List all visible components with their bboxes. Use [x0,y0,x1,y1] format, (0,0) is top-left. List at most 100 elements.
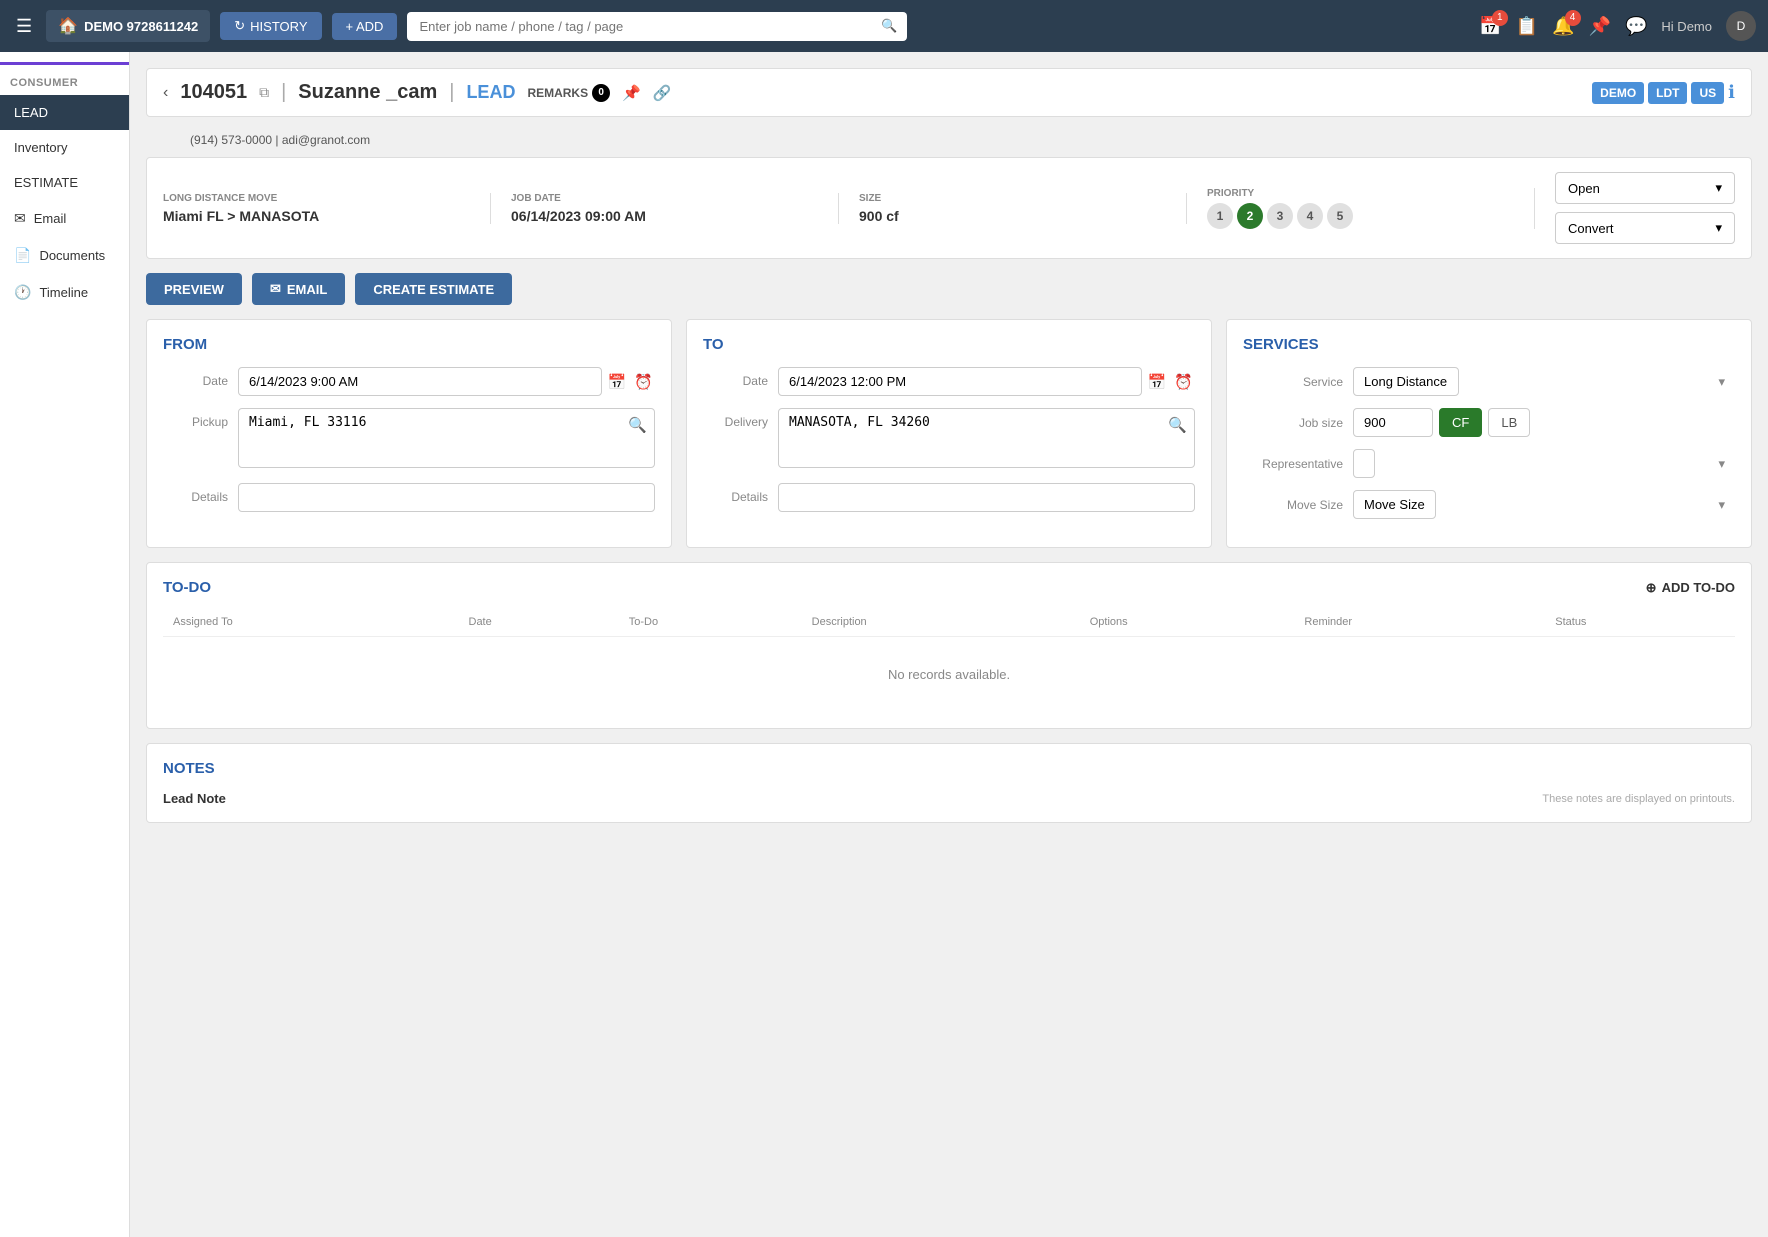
email-address: adi@granot.com [282,133,370,147]
header-bar: ‹ 104051 ⧉ | Suzanne _cam | LEAD REMARKS… [146,68,1752,117]
size-value: 900 cf [859,208,1166,224]
services-panel: SERVICES Service Long Distance Job size … [1226,319,1752,548]
to-panel-title: TO [703,336,1195,353]
chevron-down-icon2: ▾ [1715,220,1722,236]
notes-header-row: Lead Note These notes are displayed on p… [163,791,1735,806]
sidebar-item-lead[interactable]: LEAD [0,95,129,130]
from-details-label: Details [163,483,228,504]
lead-link[interactable]: LEAD [466,82,515,103]
priority-dots: 1 2 3 4 5 [1207,203,1514,229]
history-button[interactable]: ↻ HISTORY [220,12,321,40]
sidebar-item-timeline[interactable]: 🕐 Timeline [0,274,129,311]
services-panel-title: SERVICES [1243,336,1735,353]
to-panel: TO Date 📅 ⏰ Delivery 🔍 [686,319,1212,548]
email-btn-icon: ✉ [270,281,281,297]
service-select[interactable]: Long Distance [1353,367,1459,396]
pin-nav-icon[interactable]: 📌 [1589,16,1611,37]
representative-select[interactable] [1353,449,1375,478]
tasks-icon[interactable]: 📋 [1516,16,1538,37]
jobsize-label: Job size [1243,416,1343,430]
todo-table: Assigned To Date To-Do Description Optio… [163,608,1735,712]
to-search-icon[interactable]: 🔍 [1168,416,1187,434]
remarks-button[interactable]: REMARKS 0 [527,84,610,102]
to-date-input[interactable] [778,367,1142,396]
bell-icon[interactable]: 🔔 4 [1552,16,1574,37]
brand-text: DEMO 9728611242 [84,19,198,34]
to-delivery-input[interactable] [778,408,1195,468]
service-select-wrap: Long Distance [1353,367,1735,396]
from-date-label: Date [163,367,228,388]
nav-icons: 📅 1 📋 🔔 4 📌 💬 Hi Demo D [1479,11,1756,41]
user-avatar[interactable]: D [1726,11,1756,41]
back-button[interactable]: ‹ [163,84,168,102]
from-date-input[interactable] [238,367,602,396]
to-clock-icon[interactable]: ⏰ [1172,371,1195,393]
action-buttons: PREVIEW ✉ EMAIL CREATE ESTIMATE [146,273,1752,305]
notes-section: NOTES Lead Note These notes are displaye… [146,743,1752,823]
col-status: Status [1545,608,1735,637]
chevron-down-icon: ▾ [1715,180,1722,196]
hi-user-label: Hi Demo [1661,19,1712,34]
link-icon[interactable]: 🔗 [653,84,672,102]
notes-title: NOTES [163,760,1735,777]
pin-icon[interactable]: 📌 [622,84,641,102]
lb-button[interactable]: LB [1488,408,1530,437]
to-calendar-icon[interactable]: 📅 [1146,371,1169,393]
jobsize-input[interactable] [1353,408,1433,437]
move-size-select[interactable]: Move Size [1353,490,1436,519]
from-clock-icon[interactable]: ⏰ [632,371,655,393]
info-card: LONG DISTANCE MOVE Miami FL > MANASOTA J… [146,157,1752,259]
from-details-row: Details [163,483,655,512]
priority-2[interactable]: 2 [1237,203,1263,229]
move-size-row: Move Size Move Size [1243,490,1735,519]
chat-icon[interactable]: 💬 [1625,16,1647,37]
add-todo-button[interactable]: ⊕ ADD TO-DO [1646,580,1735,596]
remarks-badge: 0 [592,84,610,102]
from-pickup-input[interactable] [238,408,655,468]
todo-header: TO-DO ⊕ ADD TO-DO [163,579,1735,596]
from-date-field-wrap: 📅 ⏰ [238,367,655,396]
to-details-input[interactable] [778,483,1195,512]
priority-label: PRIORITY [1207,188,1514,199]
priority-3[interactable]: 3 [1267,203,1293,229]
convert-dropdown[interactable]: Convert ▾ [1555,212,1735,244]
home-icon: 🏠 [58,16,78,36]
clock-icon: 🕐 [14,284,31,301]
sidebar-item-email[interactable]: ✉ Email [0,200,129,237]
move-type-label: LONG DISTANCE MOVE [163,193,470,204]
priority-4[interactable]: 4 [1297,203,1323,229]
job-id: 104051 [180,81,247,104]
from-address-wrap: 🔍 [238,408,655,471]
add-button[interactable]: + ADD [332,13,398,40]
calendar-icon[interactable]: 📅 1 [1479,16,1501,37]
plus-icon: ⊕ [1646,580,1657,596]
to-date-row: Date 📅 ⏰ [703,367,1195,396]
create-estimate-button[interactable]: CREATE ESTIMATE [355,273,512,305]
email-button[interactable]: ✉ EMAIL [252,273,345,305]
sidebar-item-estimate[interactable]: ESTIMATE [0,165,129,200]
from-details-input[interactable] [238,483,655,512]
representative-label: Representative [1243,457,1343,471]
from-panel-title: FROM [163,336,655,353]
cf-button[interactable]: CF [1439,408,1482,437]
status-dropdown[interactable]: Open ▾ [1555,172,1735,204]
job-date-section: JOB DATE 06/14/2023 09:00 AM [511,193,839,224]
sidebar-item-documents[interactable]: 📄 Documents [0,237,129,274]
hamburger-icon[interactable]: ☰ [12,12,36,41]
brand-section[interactable]: 🏠 DEMO 9728611242 [46,10,210,42]
col-todo: To-Do [619,608,802,637]
move-route: Miami FL > MANASOTA [163,208,470,224]
jobsize-row: Job size CF LB [1243,408,1735,437]
copy-icon[interactable]: ⧉ [259,84,269,101]
from-calendar-icon[interactable]: 📅 [606,371,629,393]
jobsize-wrap: CF LB [1353,408,1735,437]
info-icon[interactable]: ℹ [1728,82,1735,103]
sidebar-item-inventory[interactable]: Inventory [0,130,129,165]
search-input[interactable] [407,12,907,41]
priority-1[interactable]: 1 [1207,203,1233,229]
preview-button[interactable]: PREVIEW [146,273,242,305]
from-search-icon[interactable]: 🔍 [628,416,647,434]
from-date-row: Date 📅 ⏰ [163,367,655,396]
priority-5[interactable]: 5 [1327,203,1353,229]
to-details-row: Details [703,483,1195,512]
